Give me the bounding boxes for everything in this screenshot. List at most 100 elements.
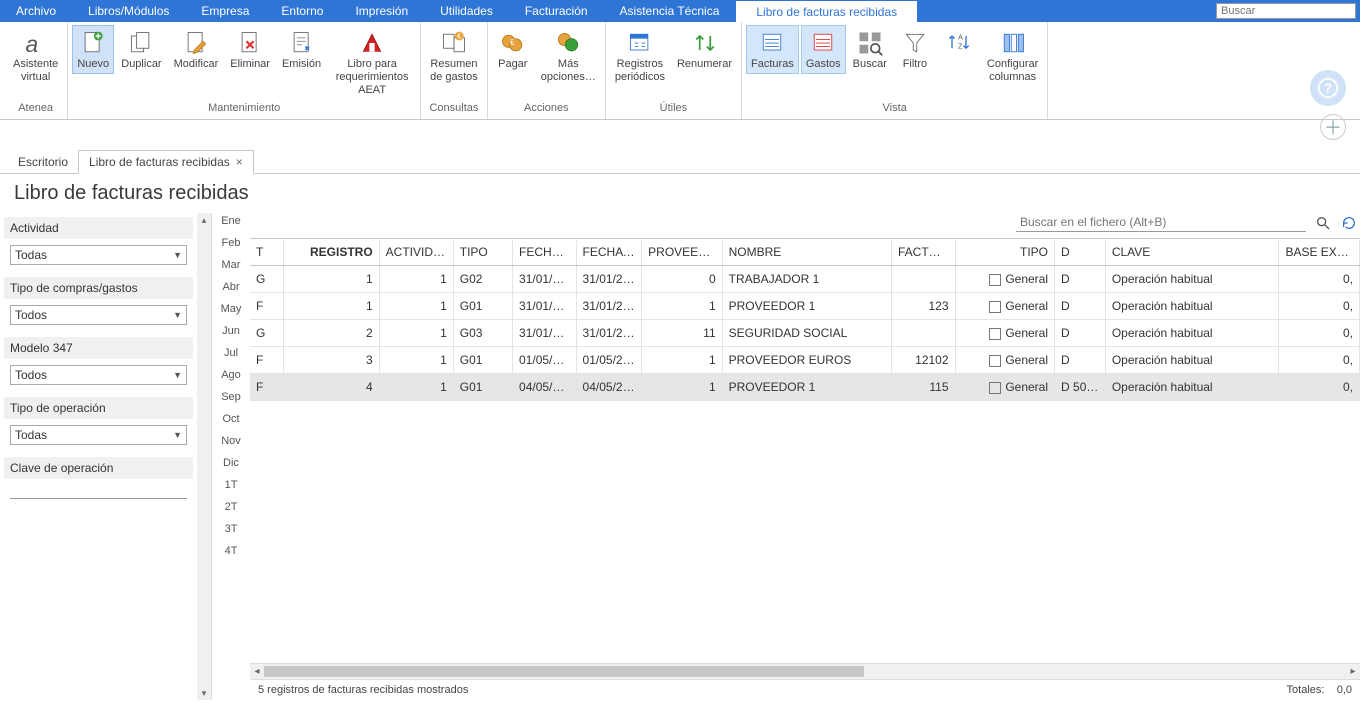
emision-button[interactable]: Emisión — [277, 25, 326, 74]
month-dic[interactable]: Dic — [223, 457, 239, 469]
ribbon-group-mantenimiento: NuevoDuplicarModificarEliminarEmisiónLib… — [68, 22, 421, 119]
svg-text:€: € — [510, 38, 515, 47]
col-nombre[interactable]: NOMBRE — [722, 239, 891, 266]
filter-input[interactable] — [10, 485, 187, 499]
menu-empresa[interactable]: Empresa — [185, 0, 265, 22]
close-icon[interactable]: × — [236, 155, 243, 169]
month-ene[interactable]: Ene — [221, 215, 241, 227]
checkbox-icon[interactable] — [989, 301, 1001, 313]
table-row[interactable]: F31G0101/05/20…01/05/20…1PROVEEDOR EUROS… — [250, 347, 1360, 374]
cell-base: 0, — [1279, 293, 1360, 320]
month-sep[interactable]: Sep — [221, 391, 241, 403]
menu-facturacin[interactable]: Facturación — [509, 0, 604, 22]
table-row[interactable]: G11G0231/01/20…31/01/20…0TRABAJADOR 1Gen… — [250, 266, 1360, 293]
month-feb[interactable]: Feb — [222, 237, 241, 249]
search-input[interactable] — [1216, 3, 1356, 19]
eliminar-button[interactable]: Eliminar — [225, 25, 275, 74]
month-jul[interactable]: Jul — [224, 347, 238, 359]
checkbox-icon[interactable] — [989, 274, 1001, 286]
month-1t[interactable]: 1T — [225, 479, 238, 491]
add-tab-button[interactable]: ＋ — [1320, 114, 1346, 140]
month-nov[interactable]: Nov — [221, 435, 241, 447]
col-base[interactable]: BASE EXENT — [1279, 239, 1360, 266]
filtro-button[interactable]: Filtro — [894, 25, 936, 74]
table-search-bar — [250, 213, 1360, 238]
col-d[interactable]: D — [1055, 239, 1106, 266]
menu-utilidades[interactable]: Utilidades — [424, 0, 509, 22]
col-clave[interactable]: CLAVE — [1105, 239, 1279, 266]
content: ActividadTodas▼Tipo de compras/gastosTod… — [0, 213, 1360, 700]
duplicar-button[interactable]: Duplicar — [116, 25, 166, 74]
month-3t[interactable]: 3T — [225, 523, 238, 535]
table-row[interactable]: F11G0131/01/20…31/01/20…1PROVEEDOR 1123G… — [250, 293, 1360, 320]
nuevo-button[interactable]: Nuevo — [72, 25, 114, 74]
month-jun[interactable]: Jun — [222, 325, 240, 337]
month-oct[interactable]: Oct — [222, 413, 239, 425]
filter-select[interactable]: Todas▼ — [10, 425, 187, 445]
tab-libro-de-facturas-recibidas[interactable]: Libro de facturas recibidas× — [78, 150, 254, 174]
file-search-input[interactable] — [1016, 213, 1306, 232]
cell-clave: Operación habitual — [1105, 374, 1279, 401]
cell-d: D — [1055, 266, 1106, 293]
columnas-label: Configurarcolumnas — [987, 58, 1038, 84]
col-factura[interactable]: FACTURA — [892, 239, 956, 266]
buscar-button[interactable]: Buscar — [848, 25, 892, 74]
month-abr[interactable]: Abr — [222, 281, 239, 293]
menu-librosmdulos[interactable]: Libros/Módulos — [72, 0, 185, 22]
scrollbar-thumb[interactable] — [264, 666, 864, 677]
scroll-right-icon[interactable]: ▸ — [1346, 664, 1360, 680]
columnas-button[interactable]: Configurarcolumnas — [982, 25, 1043, 87]
help-icon[interactable]: ? — [1310, 70, 1346, 106]
sidebar-scrollbar[interactable]: ▴ ▾ — [197, 213, 211, 700]
checkbox-icon[interactable] — [989, 355, 1001, 367]
col-tipo2[interactable]: TIPO — [955, 239, 1055, 266]
month-may[interactable]: May — [221, 303, 242, 315]
periodicos-button[interactable]: Registrosperiódicos — [610, 25, 670, 87]
cell-d: D — [1055, 293, 1106, 320]
filter-select[interactable]: Todos▼ — [10, 365, 187, 385]
month-mar[interactable]: Mar — [222, 259, 241, 271]
facturas-button[interactable]: Facturas — [746, 25, 799, 74]
col-t[interactable]: T — [250, 239, 284, 266]
menu-impresin[interactable]: Impresión — [339, 0, 424, 22]
orden-button[interactable]: AZ — [938, 25, 980, 61]
month-ago[interactable]: Ago — [221, 369, 241, 381]
asistente-button[interactable]: aAsistentevirtual — [8, 25, 63, 87]
libro-aeat-button[interactable]: Libro pararequerimientos AEAT — [328, 25, 416, 101]
filter-select[interactable]: Todas▼ — [10, 245, 187, 265]
ribbon-group-consultas: €Resumende gastosConsultas — [421, 22, 488, 119]
month-4t[interactable]: 4T — [225, 545, 238, 557]
resumen-button[interactable]: €Resumende gastos — [425, 25, 483, 87]
month-2t[interactable]: 2T — [225, 501, 238, 513]
col-fechae[interactable]: FECHA E… — [576, 239, 642, 266]
gastos-button[interactable]: Gastos — [801, 25, 846, 74]
menu-archivo[interactable]: Archivo — [0, 0, 72, 22]
filter-select[interactable]: Todos▼ — [10, 305, 187, 325]
modificar-button[interactable]: Modificar — [169, 25, 224, 74]
pagar-button[interactable]: €Pagar — [492, 25, 534, 74]
libro-aeat-label: Libro pararequerimientos AEAT — [333, 58, 411, 98]
mas-button[interactable]: Másopciones… — [536, 25, 601, 87]
menu-asistenciatcnica[interactable]: Asistencia Técnica — [604, 0, 736, 22]
table-row[interactable]: G21G0331/01/20…31/01/20…11SEGURIDAD SOCI… — [250, 320, 1360, 347]
horizontal-scrollbar[interactable]: ◂ ▸ — [250, 663, 1360, 679]
col-proveedor[interactable]: PROVEEDOR — [642, 239, 722, 266]
col-actividad[interactable]: ACTIVIDAD — [379, 239, 453, 266]
buscar-label: Buscar — [853, 58, 887, 71]
scroll-down-icon[interactable]: ▾ — [197, 686, 211, 700]
cell-factura — [892, 266, 956, 293]
col-fecha[interactable]: FECHA … — [513, 239, 577, 266]
scroll-up-icon[interactable]: ▴ — [197, 213, 211, 227]
search-icon[interactable] — [1314, 214, 1332, 232]
menu-entorno[interactable]: Entorno — [265, 0, 339, 22]
table-row[interactable]: F41G0104/05/20…04/05/20…1PROVEEDOR 1115G… — [250, 374, 1360, 401]
checkbox-icon[interactable] — [989, 382, 1001, 394]
scroll-left-icon[interactable]: ◂ — [250, 664, 264, 680]
checkbox-icon[interactable] — [989, 328, 1001, 340]
tab-escritorio[interactable]: Escritorio — [8, 151, 78, 173]
col-registro[interactable]: REGISTRO — [284, 239, 379, 266]
col-tipo[interactable]: TIPO — [453, 239, 512, 266]
refresh-icon[interactable] — [1340, 214, 1358, 232]
renumerar-button[interactable]: Renumerar — [672, 25, 737, 74]
menubar-active-tab[interactable]: Libro de facturas recibidas — [735, 0, 918, 22]
